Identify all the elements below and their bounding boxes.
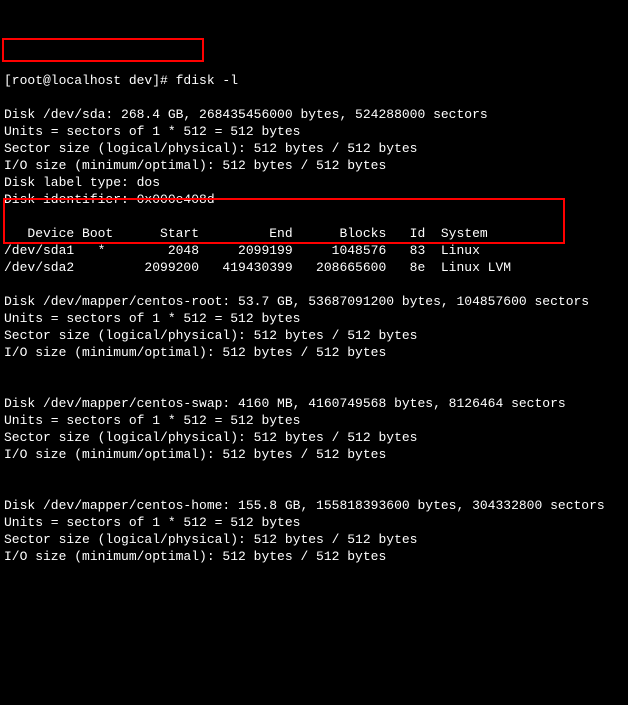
disk-swap-io: I/O size (minimum/optimal): 512 bytes / … bbox=[4, 447, 386, 462]
disk-root-header: Disk /dev/mapper/centos-root: 53.7 GB, 5… bbox=[4, 294, 589, 309]
disk-sda-sector: Sector size (logical/physical): 512 byte… bbox=[4, 141, 417, 156]
highlight-box-partitions bbox=[3, 198, 565, 244]
shell-prompt: [root@localhost dev]# fdisk -l bbox=[4, 73, 238, 88]
disk-sda-io: I/O size (minimum/optimal): 512 bytes / … bbox=[4, 158, 386, 173]
disk-root-units: Units = sectors of 1 * 512 = 512 bytes bbox=[4, 311, 300, 326]
disk-home-header: Disk /dev/mapper/centos-home: 155.8 GB, … bbox=[4, 498, 605, 513]
disk-home-units: Units = sectors of 1 * 512 = 512 bytes bbox=[4, 515, 300, 530]
disk-swap-sector: Sector size (logical/physical): 512 byte… bbox=[4, 430, 417, 445]
disk-home-io: I/O size (minimum/optimal): 512 bytes / … bbox=[4, 549, 386, 564]
disk-swap-header: Disk /dev/mapper/centos-swap: 4160 MB, 4… bbox=[4, 396, 566, 411]
disk-sda-units: Units = sectors of 1 * 512 = 512 bytes bbox=[4, 124, 300, 139]
disk-swap-units: Units = sectors of 1 * 512 = 512 bytes bbox=[4, 413, 300, 428]
disk-sda-label: Disk label type: dos bbox=[4, 175, 160, 190]
disk-root-io: I/O size (minimum/optimal): 512 bytes / … bbox=[4, 345, 386, 360]
partition-row: /dev/sda2 2099200 419430399 208665600 8e… bbox=[4, 260, 511, 275]
partition-row: /dev/sda1 * 2048 2099199 1048576 83 Linu… bbox=[4, 243, 480, 258]
disk-home-sector: Sector size (logical/physical): 512 byte… bbox=[4, 532, 417, 547]
disk-root-sector: Sector size (logical/physical): 512 byte… bbox=[4, 328, 417, 343]
disk-sda-header: Disk /dev/sda: 268.4 GB, 268435456000 by… bbox=[4, 107, 488, 122]
terminal-output[interactable]: [root@localhost dev]# fdisk -l Disk /dev… bbox=[4, 72, 624, 565]
highlight-box-disk-size bbox=[2, 38, 204, 62]
